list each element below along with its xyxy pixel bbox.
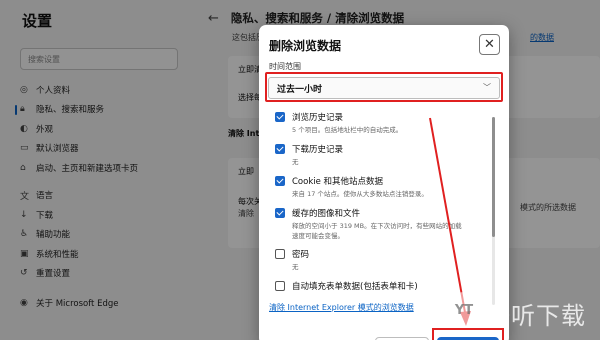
watermark-text: 一听下载: [486, 302, 586, 330]
watermark-logo: YT: [446, 292, 482, 328]
annotation-arrow: [429, 117, 471, 326]
